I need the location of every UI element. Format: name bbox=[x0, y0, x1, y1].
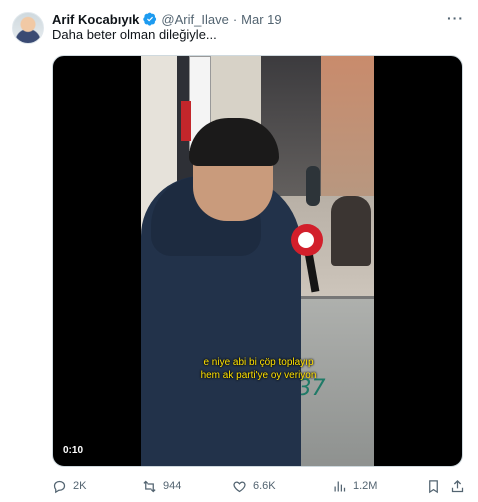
reply-count: 2K bbox=[73, 480, 87, 492]
avatar[interactable] bbox=[12, 12, 44, 44]
share-button[interactable] bbox=[450, 476, 465, 496]
share-icon bbox=[451, 479, 464, 492]
like-button[interactable]: 6.6K bbox=[232, 476, 276, 496]
tweet-date[interactable]: Mar 19 bbox=[241, 12, 281, 27]
video-player[interactable]: J37 e niye abi bi çöp toplayıp hem ak pa… bbox=[52, 55, 463, 467]
video-subtitle-line-1: e niye abi bi çöp toplayıp bbox=[203, 357, 314, 368]
video-frame: J37 bbox=[141, 56, 374, 466]
tweet-text: Daha beter olman dileğiyle... bbox=[52, 27, 217, 42]
seated-person bbox=[331, 196, 371, 266]
red-sign bbox=[181, 101, 191, 141]
verified-badge-icon bbox=[143, 12, 157, 26]
retweet-icon bbox=[143, 480, 156, 492]
retweet-count: 944 bbox=[163, 480, 182, 492]
bookmark-icon bbox=[429, 479, 438, 493]
heart-icon bbox=[233, 480, 246, 492]
microphone-logo bbox=[298, 232, 314, 248]
pedestrian bbox=[306, 166, 320, 206]
separator-dot: · bbox=[232, 11, 238, 27]
more-options-ellipsis-icon[interactable]: ··· bbox=[447, 10, 464, 26]
video-timer: 0:10 bbox=[63, 445, 84, 456]
views-button[interactable]: 1.2M bbox=[332, 476, 377, 496]
views-bar-chart-icon bbox=[334, 481, 346, 491]
tweet-card[interactable]: Arif Kocabıyık @Arif_Ilave · Mar 19 ··· … bbox=[0, 0, 478, 502]
retweet-button[interactable]: 944 bbox=[142, 476, 181, 496]
tweet-header: Arif Kocabıyık @Arif_Ilave · Mar 19 bbox=[52, 10, 282, 28]
author-name[interactable]: Arif Kocabıyık bbox=[52, 12, 139, 27]
action-bar: 2K 944 6.6K 1.2M bbox=[52, 476, 472, 496]
views-count: 1.2M bbox=[353, 480, 378, 492]
reply-icon bbox=[53, 480, 66, 493]
bookmark-button[interactable] bbox=[426, 476, 441, 496]
author-handle[interactable]: @Arif_Ilave bbox=[161, 12, 228, 27]
like-count: 6.6K bbox=[253, 480, 276, 492]
reply-button[interactable]: 2K bbox=[52, 476, 86, 496]
video-subtitle-line-2: hem ak parti'ye oy veriyon bbox=[200, 370, 317, 381]
